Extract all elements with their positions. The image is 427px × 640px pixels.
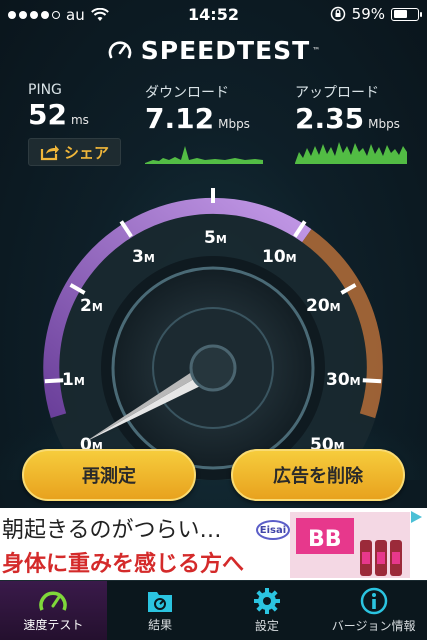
download-value: 7.12 [145,102,215,135]
tab-settings-label: 設定 [254,619,279,633]
ad-product-image: BB [290,512,410,578]
tab-results[interactable]: 結果 [107,581,214,640]
share-label: シェア [63,143,109,162]
retest-button[interactable]: 再測定 [22,449,196,501]
upload-speed-graph [295,142,407,164]
status-bar: au 14:52 59% [0,0,427,30]
gauge-needle-hub [189,344,237,392]
download-label: ダウンロード [145,85,229,101]
tab-about-label: バージョン情報 [331,619,416,633]
tab-settings[interactable]: 設定 [214,581,321,640]
tab-about[interactable]: バージョン情報 [320,581,427,640]
ad-headline: 朝起きるのがつらい… [2,518,222,543]
trademark: ™ [312,46,321,55]
upload-label: アップロード [295,85,379,101]
ad-banner[interactable]: 朝起きるのがつらい… 身体に重みを感じる方へ Eisai BB [0,508,427,580]
ping-label: PING [28,82,62,98]
download-speed-graph [145,146,263,164]
svg-text:BB: BB [308,527,342,552]
tab-speed-test[interactable]: 速度テスト [0,581,107,640]
results-icon [148,592,173,612]
info-icon [360,587,387,615]
status-right: 59% [330,5,422,23]
download-metric: ダウンロード 7.12 Mbps [145,82,250,141]
share-button[interactable]: シェア [28,138,121,166]
tab-results-label: 結果 [148,618,173,632]
app-title: SPEEDTEST [140,36,311,65]
remove-ads-button[interactable]: 広告を削除 [231,449,405,501]
battery-icon [391,7,422,21]
ping-unit: ms [70,113,89,127]
share-icon [40,145,59,161]
gear-icon [253,588,280,614]
rotation-lock-icon [330,6,345,22]
tab-speed-test-label: 速度テスト [23,618,84,632]
speedometer-icon [39,591,68,611]
battery-percent: 59% [351,5,385,23]
speed-gauge: 0M 1M 2M 3M 5M 10M 20M 30M 50M [0,188,427,480]
upload-value: 2.35 [295,102,365,135]
app-header: SPEEDTEST ™ [0,36,427,65]
ad-subheadline: 身体に重みを感じる方へ [2,552,245,577]
upload-metric: アップロード 2.35 Mbps [295,82,400,141]
speedtest-logo-icon [108,40,132,58]
tab-bar: 速度テスト 結果 設定 バージョン情報 [0,580,427,640]
ad-brand-logo: Eisai [256,520,290,540]
download-unit: Mbps [218,117,250,131]
ping-value: 52 [28,98,67,131]
ad-choices-icon[interactable] [409,510,423,524]
upload-unit: Mbps [368,117,400,131]
ping-metric: PING 52 ms [28,82,89,137]
